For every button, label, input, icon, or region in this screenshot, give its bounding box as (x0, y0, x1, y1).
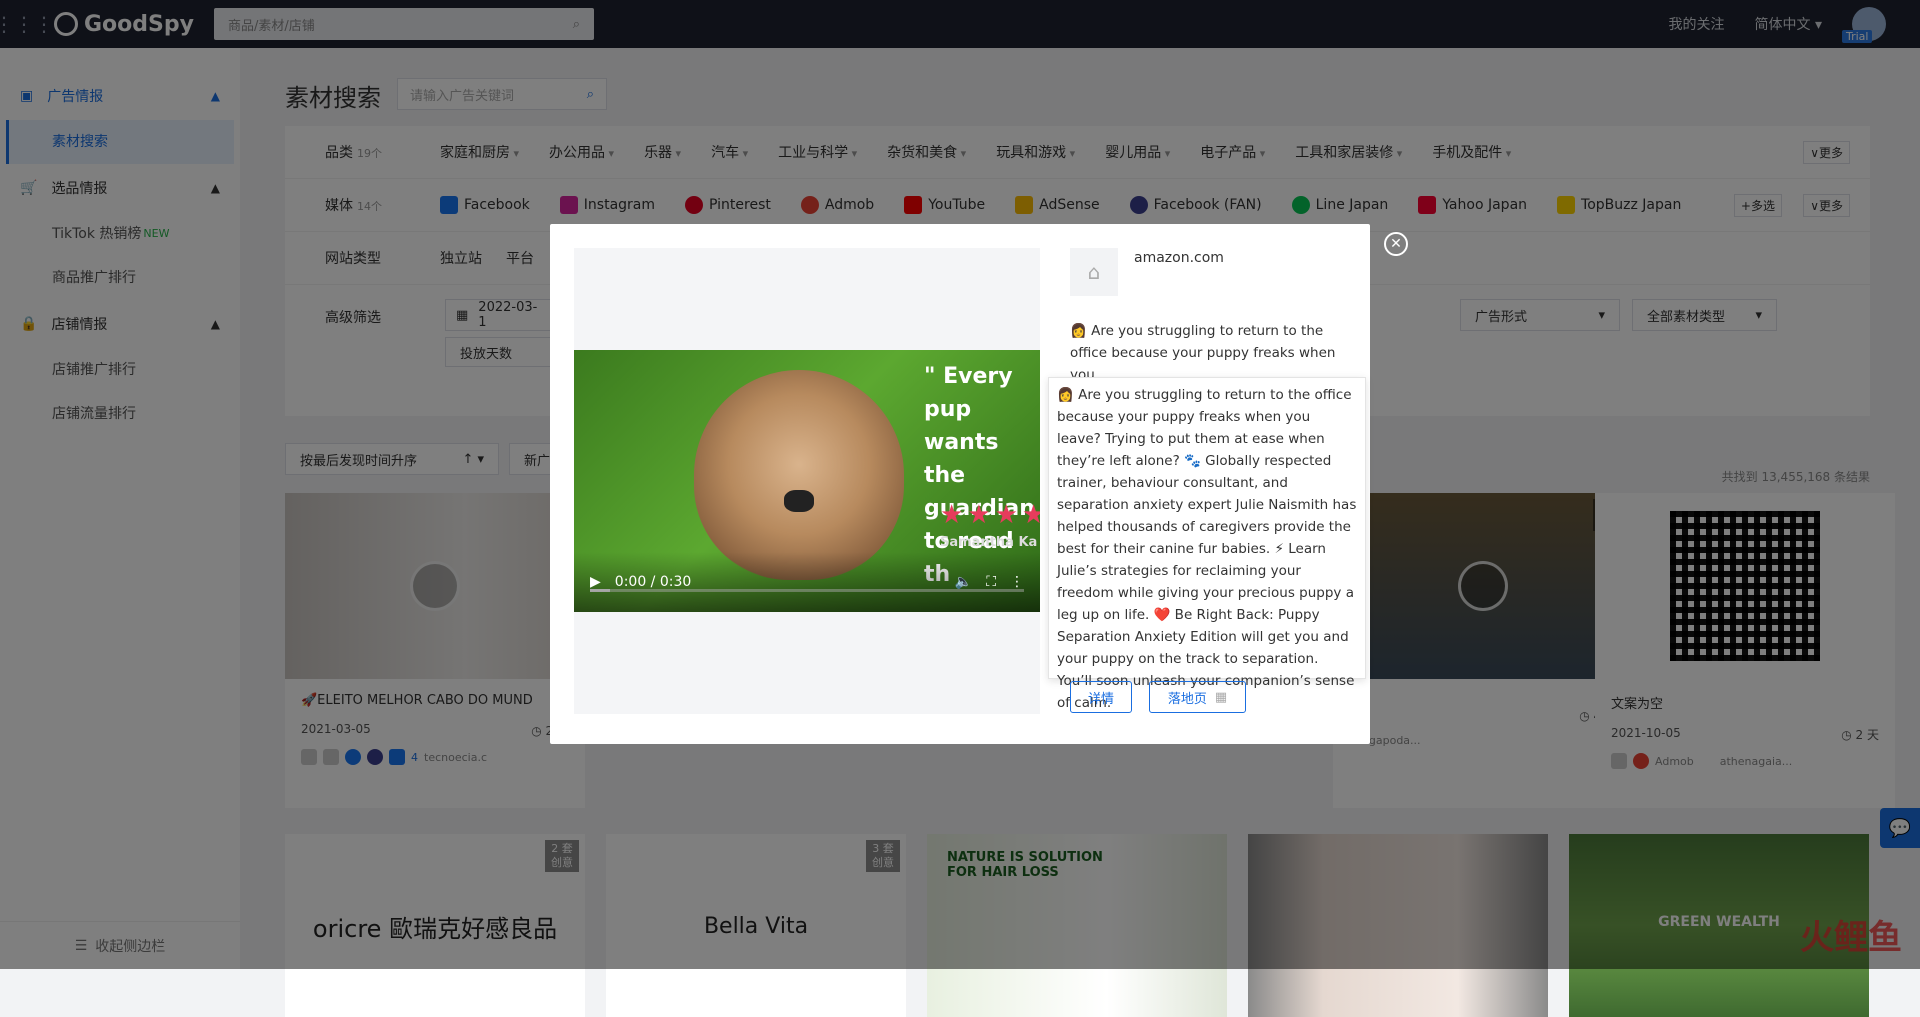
video-player[interactable]: " Every pup wants the guardian to read t… (574, 350, 1040, 612)
video-time: 0:00 / 0:30 (615, 574, 941, 590)
video-signature: Samantha Ka (940, 535, 1037, 550)
more-options-icon[interactable]: ⋮ (1010, 574, 1024, 590)
video-panel: " Every pup wants the guardian to read t… (574, 248, 1040, 714)
close-icon[interactable]: ✕ (1384, 232, 1408, 256)
video-frame-dog (694, 370, 904, 580)
fullscreen-icon[interactable]: ⛶ (986, 574, 996, 590)
modal-overlay[interactable]: " Every pup wants the guardian to read t… (0, 0, 1920, 969)
home-icon: ⌂ (1070, 248, 1118, 296)
qr-icon: ▦ (1215, 690, 1227, 705)
ad-copy-tooltip: 👩 Are you struggling to return to the of… (1048, 377, 1366, 679)
details-button[interactable]: 详情 (1070, 681, 1132, 713)
volume-icon[interactable]: 🔈 (955, 574, 972, 590)
landing-label: 落地页 (1168, 688, 1207, 707)
landing-page-button[interactable]: 落地页 ▦ (1149, 681, 1246, 713)
ad-detail-modal: " Every pup wants the guardian to read t… (550, 224, 1370, 744)
rating-stars: ★★★★ (940, 500, 1040, 530)
advertiser-name[interactable]: amazon.com (1134, 250, 1224, 296)
advertiser-info: ⌂ amazon.com (1070, 248, 1224, 296)
play-icon[interactable]: ▶ (590, 574, 601, 590)
